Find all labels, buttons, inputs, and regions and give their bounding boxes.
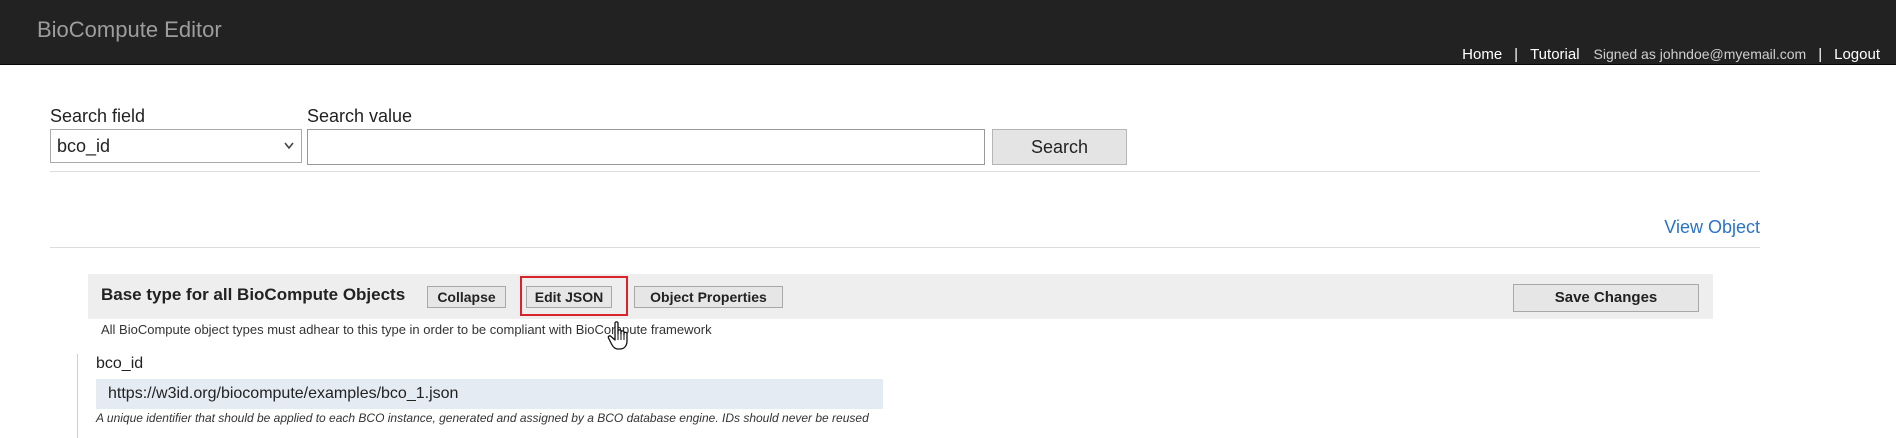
panel-title: Base type for all BioCompute Objects (101, 285, 406, 304)
object-panel-header: Base type for all BioCompute Objects Col… (88, 274, 1713, 319)
bco-id-label: bco_id (96, 355, 144, 372)
search-field-select[interactable]: bco_id (50, 129, 302, 163)
top-navbar: BioCompute Editor Home | Tutorial Signed… (0, 0, 1896, 65)
search-field-label: Search field (50, 106, 146, 126)
search-value-input[interactable] (307, 129, 985, 165)
divider (50, 247, 1760, 248)
search-value-label: Search value (307, 106, 413, 126)
object-properties-button[interactable]: Object Properties (634, 286, 783, 308)
nav-logout-link[interactable]: Logout (1834, 46, 1880, 63)
search-field-selected: bco_id (57, 136, 111, 156)
nav-tutorial-link[interactable]: Tutorial (1530, 46, 1579, 63)
search-button[interactable]: Search (992, 129, 1127, 165)
signed-in-user: Signed as johndoe@myemail.com (1593, 46, 1807, 62)
bco-id-field[interactable]: https://w3id.org/biocompute/examples/bco… (96, 379, 883, 409)
nav-separator: | (1514, 45, 1519, 63)
save-changes-button[interactable]: Save Changes (1513, 284, 1699, 312)
edit-json-highlight (520, 276, 628, 316)
nav-separator: | (1818, 45, 1823, 63)
divider (50, 171, 1760, 172)
app-brand[interactable]: BioCompute Editor (37, 17, 222, 43)
chevron-down-icon (283, 130, 295, 173)
collapse-button[interactable]: Collapse (427, 286, 506, 308)
field-group-border (77, 354, 78, 438)
hand-pointer-icon (607, 321, 631, 351)
nav-home-link[interactable]: Home (1462, 46, 1502, 63)
view-object-link[interactable]: View Object (1664, 217, 1760, 238)
bco-id-hint: A unique identifier that should be appli… (96, 411, 869, 425)
nav-links: Home | Tutorial Signed as johndoe@myemai… (1462, 44, 1896, 64)
